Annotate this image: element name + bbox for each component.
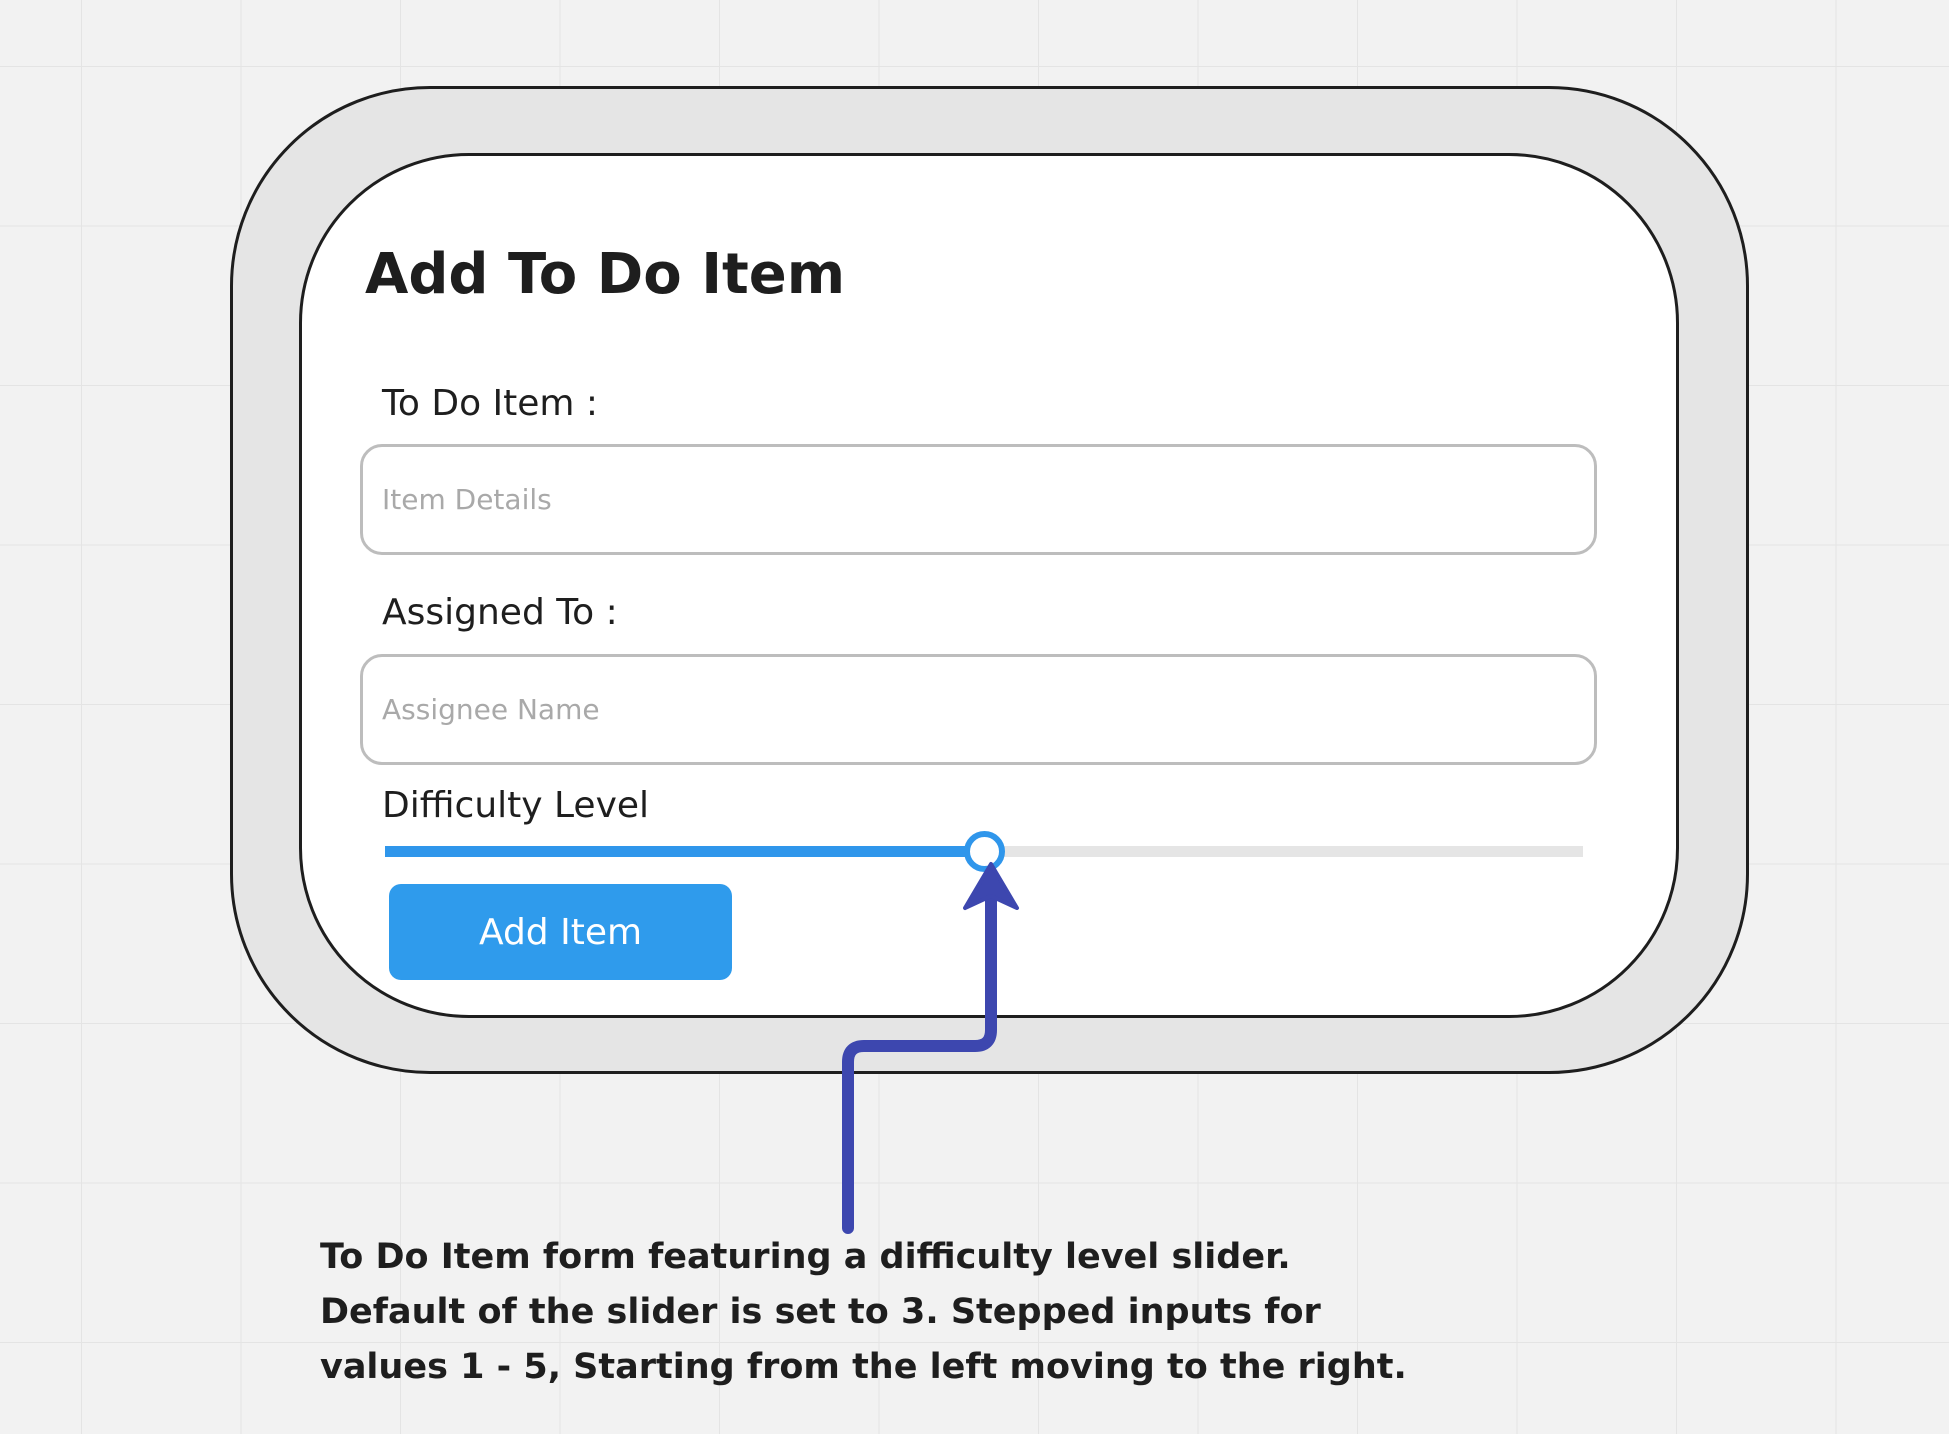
todo-item-input[interactable] — [360, 444, 1597, 555]
difficulty-level-label: Difficulty Level — [382, 785, 650, 826]
form-title: Add To Do Item — [365, 242, 846, 307]
slider-thumb[interactable] — [964, 831, 1005, 872]
difficulty-slider[interactable] — [385, 831, 1583, 872]
todo-item-label: To Do Item : — [382, 383, 599, 424]
assigned-to-label: Assigned To : — [382, 592, 618, 633]
slider-fill — [385, 846, 984, 857]
annotation-note: To Do Item form featuring a difficulty l… — [320, 1237, 1407, 1387]
add-item-button[interactable]: Add Item — [389, 884, 732, 980]
assignee-input[interactable] — [360, 654, 1597, 765]
